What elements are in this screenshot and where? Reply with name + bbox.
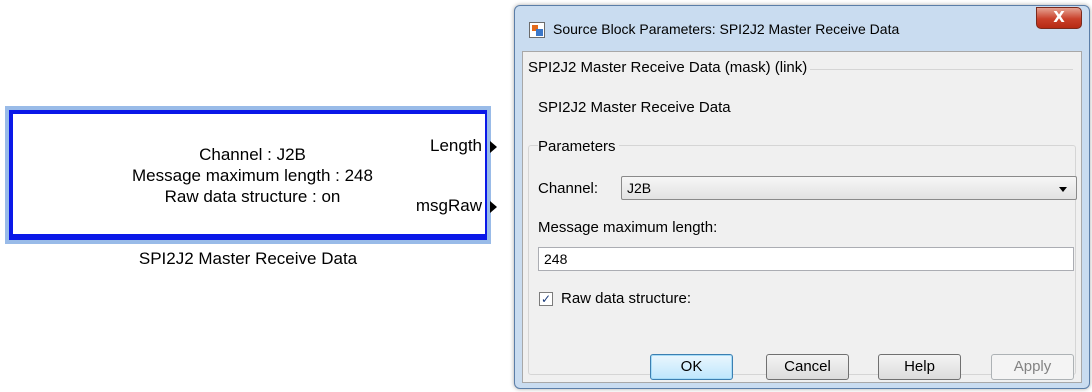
- checkmark-icon: ✓: [540, 292, 552, 306]
- raw-data-checkbox[interactable]: ✓: [539, 292, 553, 306]
- cancel-button-label: Cancel: [784, 358, 831, 375]
- raw-data-label[interactable]: Raw data structure:: [561, 290, 691, 307]
- ok-button-label: OK: [680, 358, 703, 375]
- ok-button[interactable]: OK: [650, 354, 733, 380]
- block-line-length: Message maximum length : 248: [132, 166, 373, 185]
- dialog-title: Source Block Parameters: SPI2J2 Master R…: [553, 21, 900, 37]
- channel-label: Channel:: [538, 180, 599, 197]
- dialog-body: SPI2J2 Master Receive Data (mask) (link)…: [522, 51, 1082, 383]
- output-port-length-icon[interactable]: [490, 141, 497, 153]
- dialog-titlebar[interactable]: Source Block Parameters: SPI2J2 Master R…: [515, 6, 1089, 52]
- parameters-group-label: Parameters: [538, 138, 619, 155]
- apply-button[interactable]: Apply: [991, 354, 1074, 380]
- mask-description: SPI2J2 Master Receive Data: [538, 99, 731, 116]
- help-button-label: Help: [904, 358, 935, 375]
- simulink-block-icon: [529, 22, 545, 38]
- cancel-button[interactable]: Cancel: [766, 354, 849, 380]
- mask-group-label: SPI2J2 Master Receive Data (mask) (link): [528, 59, 811, 76]
- message-length-label: Message maximum length:: [538, 219, 718, 236]
- message-length-input[interactable]: [538, 247, 1074, 271]
- block-parameters-dialog: Source Block Parameters: SPI2J2 Master R…: [514, 5, 1090, 389]
- port-label-msgraw: msgRaw: [415, 196, 482, 215]
- block-line-channel: Channel : J2B: [199, 145, 306, 164]
- apply-button-label: Apply: [1013, 358, 1052, 375]
- chevron-down-icon: [1059, 187, 1067, 192]
- port-label-length: Length: [430, 136, 482, 155]
- help-button[interactable]: Help: [878, 354, 961, 380]
- channel-select-value: J2B: [627, 180, 652, 196]
- block-name-caption[interactable]: SPI2J2 Master Receive Data: [9, 249, 487, 269]
- block-parameter-summary: Channel : J2B Message maximum length : 2…: [95, 144, 410, 207]
- channel-select[interactable]: J2B: [621, 176, 1077, 200]
- block-line-raw: Raw data structure : on: [164, 187, 341, 206]
- output-port-msgraw-icon[interactable]: [490, 201, 497, 213]
- close-button[interactable]: X: [1036, 7, 1082, 29]
